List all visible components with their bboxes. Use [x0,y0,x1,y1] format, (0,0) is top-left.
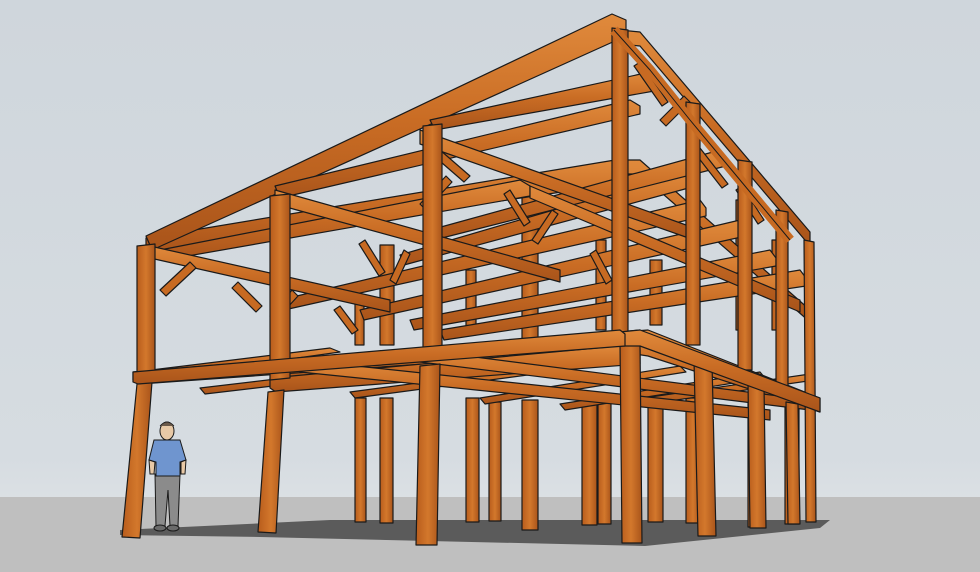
roof-purlins [159,71,807,341]
scale-person [148,421,187,532]
timber-frame-scene [0,0,980,572]
person-legs [154,473,181,527]
floor-shadow [120,520,830,546]
timber-frame-drawing [120,13,830,546]
